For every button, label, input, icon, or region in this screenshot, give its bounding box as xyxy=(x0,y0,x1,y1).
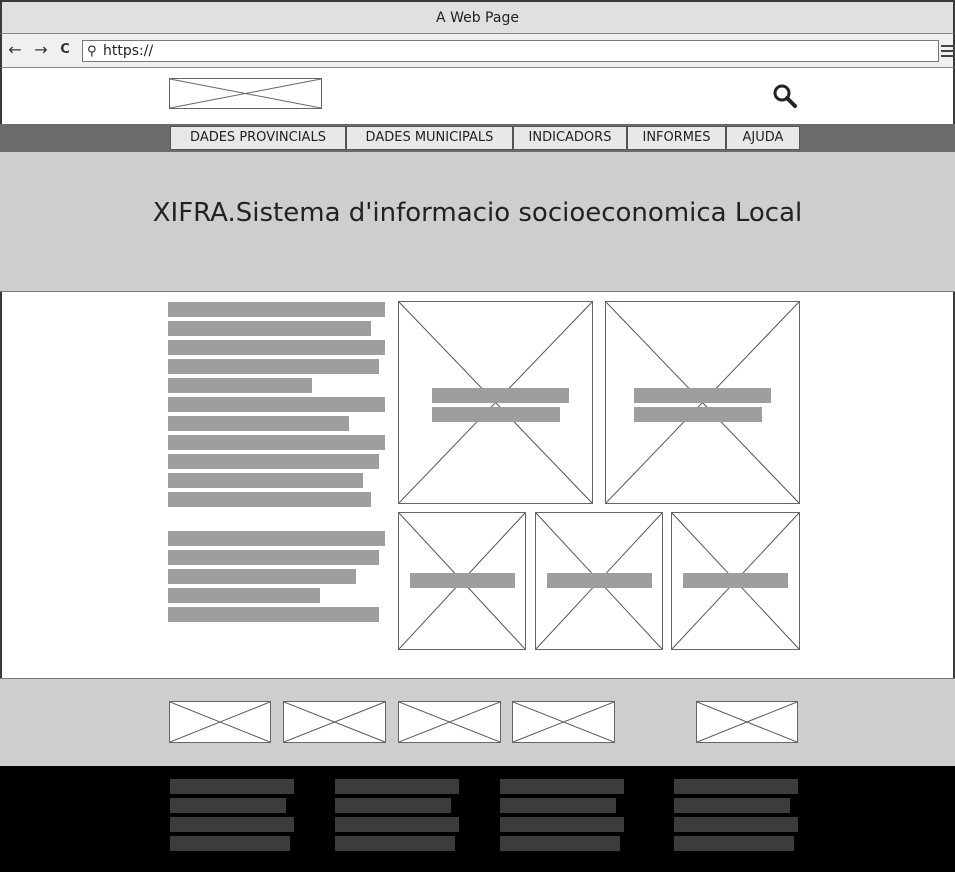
url-input[interactable]: ⚲ https:// xyxy=(82,40,939,62)
footer xyxy=(0,766,955,872)
partner-logo-3[interactable] xyxy=(398,701,501,743)
footer-link[interactable] xyxy=(674,779,798,794)
image-tile-large-1[interactable] xyxy=(398,301,593,504)
menu-item-indicadors[interactable]: INDICADORS xyxy=(513,126,627,150)
image-tile-small-2[interactable] xyxy=(535,512,663,650)
text-line xyxy=(168,531,385,546)
menu-item-ajuda[interactable]: AJUDA xyxy=(726,126,800,150)
text-line xyxy=(168,416,349,431)
text-line xyxy=(168,435,385,450)
footer-link[interactable] xyxy=(170,798,286,813)
tile-caption-line xyxy=(634,388,771,403)
footer-link[interactable] xyxy=(674,798,790,813)
text-line xyxy=(168,378,312,393)
footer-link[interactable] xyxy=(335,817,459,832)
hamburger-icon[interactable] xyxy=(941,42,955,60)
page-title: XIFRA.Sistema d'informacio socioeconomic… xyxy=(152,198,803,228)
footer-link[interactable] xyxy=(500,798,616,813)
tile-caption-line xyxy=(432,407,560,422)
tile-caption-line xyxy=(634,407,762,422)
footer-link[interactable] xyxy=(674,836,794,851)
tile-caption-line xyxy=(683,573,788,588)
footer-link[interactable] xyxy=(170,836,290,851)
text-line xyxy=(168,550,379,565)
menu-item-dades-provincials[interactable]: DADES PROVINCIALS xyxy=(170,126,346,150)
tile-caption-line xyxy=(410,573,515,588)
text-line xyxy=(168,321,371,336)
partner-logo-5[interactable] xyxy=(696,701,798,743)
tile-caption-line xyxy=(547,573,652,588)
text-line xyxy=(168,359,379,374)
forward-icon[interactable]: → xyxy=(32,40,50,60)
url-text: https:// xyxy=(103,43,154,59)
footer-link[interactable] xyxy=(170,779,294,794)
text-line xyxy=(168,397,385,412)
footer-link[interactable] xyxy=(335,798,451,813)
image-tile-small-1[interactable] xyxy=(398,512,526,650)
window-title: A Web Page xyxy=(0,0,955,34)
footer-link[interactable] xyxy=(170,817,294,832)
search-icon: ⚲ xyxy=(87,44,97,59)
text-line xyxy=(168,569,356,584)
search-icon[interactable] xyxy=(772,83,798,109)
footer-link[interactable] xyxy=(500,779,624,794)
text-line xyxy=(168,302,385,317)
text-line xyxy=(168,340,385,355)
menu-item-informes[interactable]: INFORMES xyxy=(627,126,726,150)
tile-caption-line xyxy=(432,388,569,403)
image-tile-large-2[interactable] xyxy=(605,301,800,504)
back-icon[interactable]: ← xyxy=(6,40,24,60)
text-line xyxy=(168,473,363,488)
text-line xyxy=(168,607,379,622)
footer-link[interactable] xyxy=(500,836,620,851)
menu-item-dades-municipals[interactable]: DADES MUNICIPALS xyxy=(346,126,513,150)
partner-logo-4[interactable] xyxy=(512,701,615,743)
reload-icon[interactable]: C xyxy=(56,40,74,60)
text-line xyxy=(168,588,320,603)
footer-link[interactable] xyxy=(674,817,798,832)
logo-placeholder[interactable] xyxy=(169,78,322,109)
text-line xyxy=(168,454,379,469)
footer-link[interactable] xyxy=(335,836,455,851)
image-tile-small-3[interactable] xyxy=(671,512,800,650)
text-line xyxy=(168,492,371,507)
footer-link[interactable] xyxy=(500,817,624,832)
partner-logo-1[interactable] xyxy=(169,701,271,743)
footer-link[interactable] xyxy=(335,779,459,794)
partner-logo-2[interactable] xyxy=(283,701,386,743)
